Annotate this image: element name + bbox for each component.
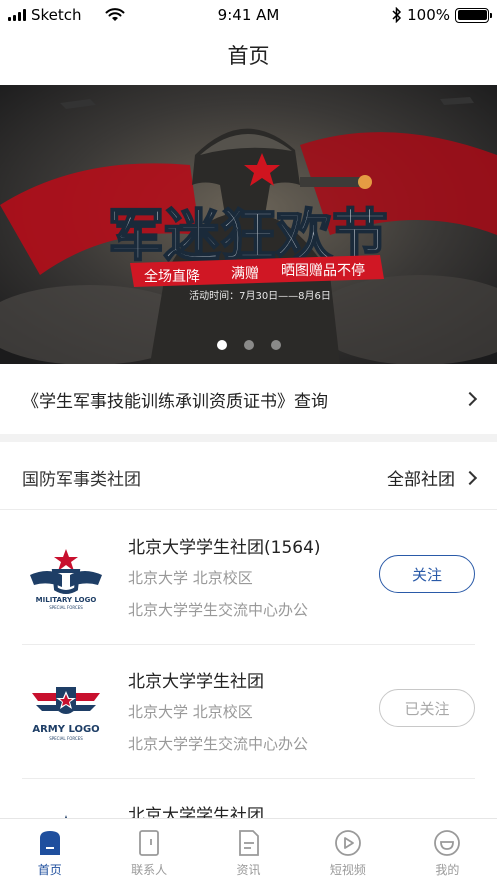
bluetooth-icon: [392, 7, 402, 23]
battery-icon: [455, 7, 492, 23]
page-title: 首页: [227, 44, 270, 68]
section-divider: [0, 434, 497, 442]
banner-date: 活动时间：7月30日——8月6日: [189, 289, 331, 302]
home-icon: [39, 831, 60, 855]
tab-label: 我的: [435, 863, 460, 877]
chevron-right-icon: [462, 391, 478, 407]
followed-button[interactable]: 已关注: [379, 689, 475, 727]
carousel-indicator[interactable]: [0, 340, 497, 350]
chevron-right-icon: [462, 470, 478, 485]
certificate-query-link[interactable]: 《学生军事技能训练承训资质证书》查询: [0, 364, 497, 434]
profile-icon: [434, 830, 461, 856]
club-address: 北京大学学生交流中心办公: [128, 601, 309, 619]
video-icon: [335, 830, 361, 856]
tab-profile[interactable]: 我的: [398, 819, 497, 883]
status-bar: Sketch 9:41 AM 100%: [0, 0, 497, 30]
all-clubs-label: 全部社团: [387, 470, 455, 490]
banner-tag-2: 满赠: [231, 266, 259, 282]
all-clubs-link[interactable]: 全部社团: [387, 465, 478, 490]
military-logo-icon: MILITARY LOGO SPECIAL FORCES: [30, 549, 102, 610]
tab-home[interactable]: 首页: [0, 819, 99, 883]
banner-image: 军迷狂欢节 全场直降 满赠 晒图赠品不停 活动时间：7月30日——8月6日: [0, 85, 497, 364]
club-address: 北京大学学生交流中心办公: [128, 735, 309, 753]
club-name: 北京大学学生社团(1564): [128, 538, 321, 558]
club-school: 北京大学 北京校区: [128, 703, 253, 721]
club-school: 北京大学 北京校区: [128, 569, 253, 587]
list-item[interactable]: ARMY LOGO SPECIAL FORCES 北京大学学生社团 北京大学 北…: [22, 645, 475, 779]
logo-subtext: SPECIAL FORCES: [49, 736, 83, 741]
contacts-icon: [139, 830, 160, 856]
tab-news[interactable]: 资讯: [199, 819, 298, 883]
section-header: 国防军事类社团 全部社团: [0, 446, 497, 510]
carousel-dot[interactable]: [270, 340, 281, 350]
banner-tag-3: 晒图赠品不停: [281, 262, 365, 279]
battery-percent: 100%: [407, 6, 450, 24]
list-item[interactable]: MILITARY LOGO SPECIAL FORCES 北京大学学生社团(15…: [22, 511, 475, 645]
carousel-dot[interactable]: [243, 340, 254, 350]
tab-label: 资讯: [236, 863, 261, 877]
logo-text: MILITARY LOGO: [36, 596, 97, 604]
club-name: 北京大学学生社团: [128, 672, 264, 692]
tab-label: 首页: [37, 863, 62, 877]
section-title: 国防军事类社团: [22, 470, 141, 490]
news-icon: [238, 830, 259, 856]
certificate-query-label: 《学生军事技能训练承训资质证书》查询: [22, 391, 328, 412]
banner-tag-1: 全场直降: [144, 268, 200, 285]
tab-bar: 首页 联系人 资讯 短视频 我的: [0, 818, 497, 883]
tab-video[interactable]: 短视频: [298, 819, 397, 883]
logo-subtext: SPECIAL FORCES: [49, 605, 83, 610]
tab-contacts[interactable]: 联系人: [99, 819, 198, 883]
promo-banner[interactable]: 军迷狂欢节 全场直降 满赠 晒图赠品不停 活动时间：7月30日——8月6日: [0, 85, 497, 364]
logo-text: ARMY LOGO: [32, 724, 99, 735]
army-logo-icon: ARMY LOGO SPECIAL FORCES: [32, 687, 100, 741]
follow-button[interactable]: 关注: [379, 555, 475, 593]
carousel-dot[interactable]: [216, 340, 227, 350]
tab-label: 联系人: [131, 863, 168, 877]
status-right: 100%: [392, 6, 492, 24]
tab-label: 短视频: [329, 863, 366, 877]
